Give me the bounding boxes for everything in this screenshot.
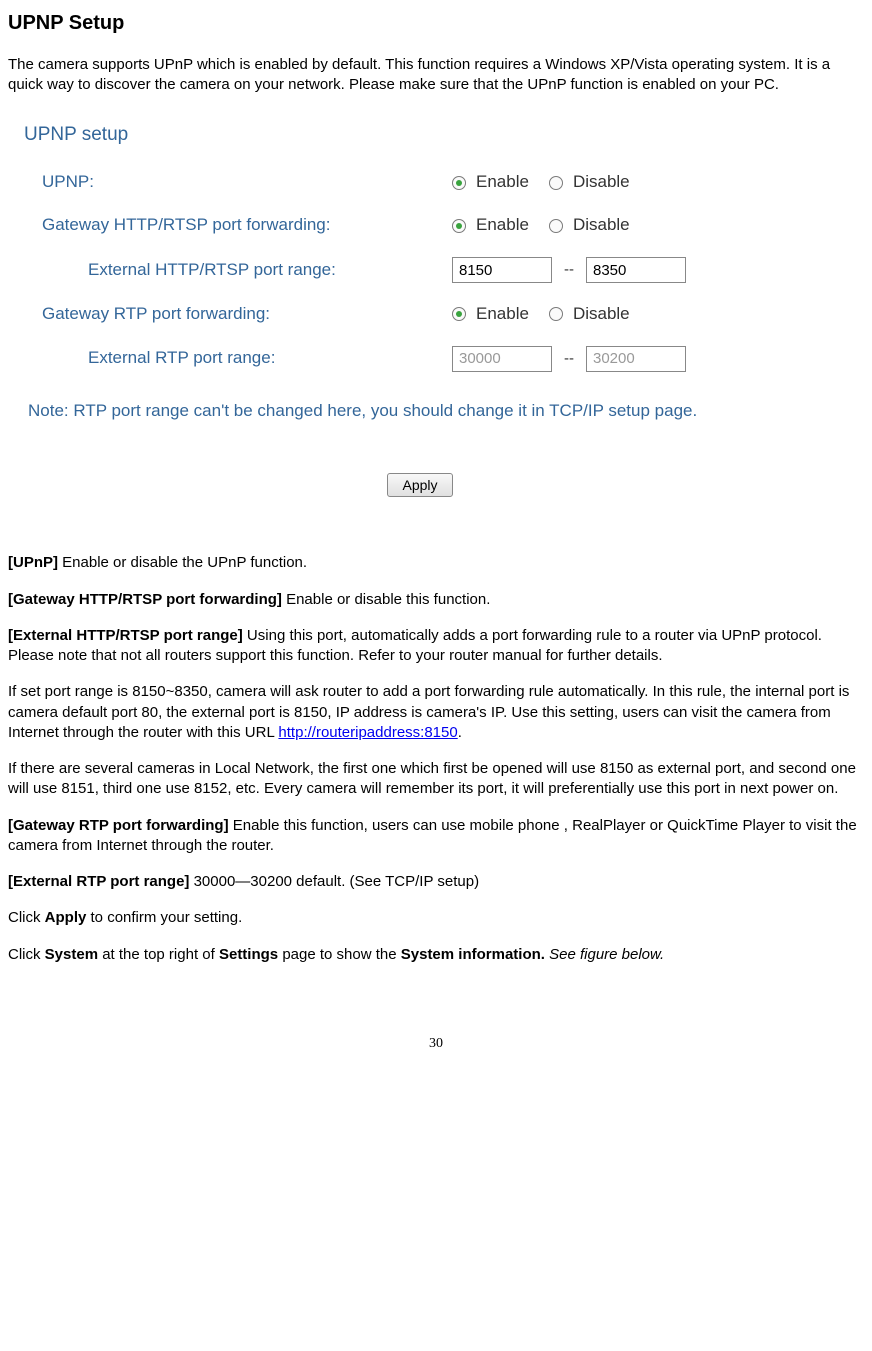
intro-paragraph: The camera supports UPnP which is enable… [8,55,864,96]
apply-row: Apply [18,473,822,497]
def-label-gwhttp: [Gateway HTTP/RTSP port forwarding] [8,591,282,608]
label-ext-rtp: External RTP port range: [88,347,452,370]
input-rtp-to [586,346,686,372]
def-label-upnp: [UPnP] [8,554,58,571]
page-title: UPNP Setup [8,10,864,37]
label-gateway-http: Gateway HTTP/RTSP port forwarding: [42,214,452,237]
row-ext-rtp: External RTP port range: -- [18,346,822,372]
radio-group-upnp: Enable Disable [452,171,644,194]
click-system-bold2: Settings [219,946,278,963]
setup-heading: UPNP setup [18,122,822,148]
radio-gwrtp-disable[interactable] [549,307,563,321]
click-system-1: Click [8,946,45,963]
def-label-exthttp: [External HTTP/RTSP port range] [8,627,243,644]
port-inputs-http: -- [452,257,686,283]
label-upnp: UPNP: [42,171,452,194]
radio-label-disable: Disable [573,303,630,326]
def-text-extrtp: 30000—30200 default. (See TCP/IP setup) [189,873,479,890]
row-gateway-http: Gateway HTTP/RTSP port forwarding: Enabl… [18,214,822,237]
click-system-3: at the top right of [98,946,219,963]
def-label-gwrtp: [Gateway RTP port forwarding] [8,817,229,834]
radio-label-enable: Enable [476,214,529,237]
radio-upnp-disable[interactable] [549,176,563,190]
sep-rtp: -- [560,349,578,369]
radio-label-enable: Enable [476,303,529,326]
click-apply-bold: Apply [45,909,87,926]
click-apply-para: Click Apply to confirm your setting. [8,908,864,928]
radio-label-disable: Disable [573,214,630,237]
radio-gwhttp-enable[interactable] [452,219,466,233]
def-text-gwhttp: Enable or disable this function. [282,591,490,608]
click-system-para: Click System at the top right of Setting… [8,945,864,965]
port-inputs-rtp: -- [452,346,686,372]
input-http-from[interactable] [452,257,552,283]
def-exthttp-3: If there are several cameras in Local Ne… [8,759,864,800]
def-gwhttp: [Gateway HTTP/RTSP port forwarding] Enab… [8,590,864,610]
click-system-bold1: System [45,946,98,963]
apply-button[interactable]: Apply [387,473,452,497]
def-extrtp: [External RTP port range] 30000—30200 de… [8,872,864,892]
page-number: 30 [8,1035,864,1054]
note-text: Note: RTP port range can't be changed he… [18,392,822,424]
click-system-italic: See figure below. [545,946,664,963]
radio-gwrtp-enable[interactable] [452,307,466,321]
radio-upnp-enable[interactable] [452,176,466,190]
def-text-upnp: Enable or disable the UPnP function. [58,554,307,571]
click-system-bold3: System information. [401,946,545,963]
def-exthttp-2: If set port range is 8150~8350, camera w… [8,682,864,743]
upnp-setup-screenshot: UPNP setup UPNP: Enable Disable Gateway … [8,112,832,514]
input-rtp-from [452,346,552,372]
row-ext-http: External HTTP/RTSP port range: -- [18,257,822,283]
click-apply-1: Click [8,909,45,926]
def-gwrtp: [Gateway RTP port forwarding] Enable thi… [8,816,864,857]
sep-http: -- [560,260,578,280]
label-ext-http: External HTTP/RTSP port range: [88,259,452,282]
router-url-link[interactable]: http://routeripaddress:8150 [278,724,457,741]
radio-group-gateway-http: Enable Disable [452,214,644,237]
row-upnp: UPNP: Enable Disable [18,171,822,194]
radio-label-disable: Disable [573,171,630,194]
click-system-5: page to show the [278,946,401,963]
label-gateway-rtp: Gateway RTP port forwarding: [42,303,452,326]
def-upnp: [UPnP] Enable or disable the UPnP functi… [8,553,864,573]
input-http-to[interactable] [586,257,686,283]
def-exthttp: [External HTTP/RTSP port range] Using th… [8,626,864,667]
def-text-exthttp2b: . [458,724,462,741]
row-gateway-rtp: Gateway RTP port forwarding: Enable Disa… [18,303,822,326]
radio-gwhttp-disable[interactable] [549,219,563,233]
click-apply-3: to confirm your setting. [86,909,242,926]
def-label-extrtp: [External RTP port range] [8,873,189,890]
radio-label-enable: Enable [476,171,529,194]
radio-group-gateway-rtp: Enable Disable [452,303,644,326]
